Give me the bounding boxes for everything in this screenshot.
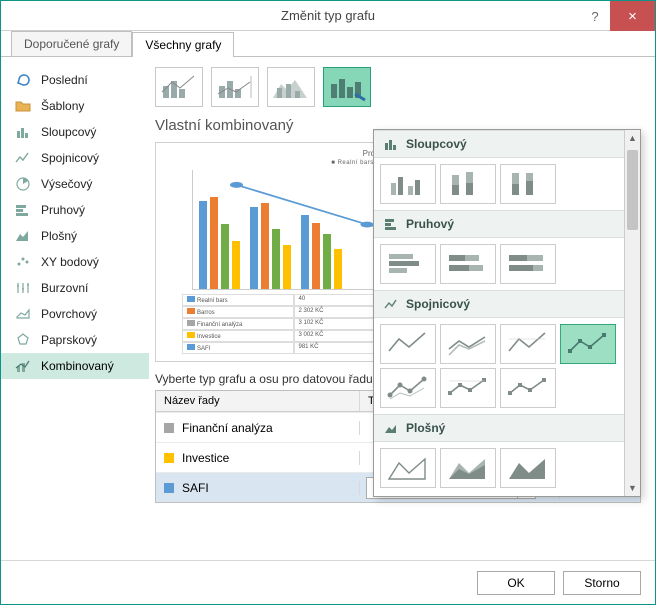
dropdown-item[interactable] <box>380 368 436 408</box>
pie-chart-icon <box>15 176 31 192</box>
help-button[interactable]: ? <box>580 1 610 31</box>
scroll-down-icon[interactable]: ▼ <box>625 480 640 496</box>
dropdown-scrollbar[interactable]: ▲ ▼ <box>624 130 640 496</box>
dropdown-item[interactable] <box>380 164 436 204</box>
dropdown-cat-area: Plošný <box>374 414 624 442</box>
sidebar-item-label: Kombinovaný <box>41 359 114 373</box>
area-chart-icon <box>15 228 31 244</box>
sidebar-item-templates[interactable]: Šablony <box>1 93 149 119</box>
tab-recommended[interactable]: Doporučené grafy <box>11 31 132 56</box>
tab-all[interactable]: Všechny grafy <box>132 32 234 57</box>
sidebar-item-pie[interactable]: Výsečový <box>1 171 149 197</box>
sidebar: Poslední Šablony Sloupcový Spojnicový Vý… <box>1 57 149 560</box>
sidebar-item-label: Burzovní <box>41 281 88 295</box>
stock-chart-icon <box>15 280 31 296</box>
cancel-button[interactable]: Storno <box>563 571 641 595</box>
combo-template-2[interactable] <box>211 67 259 107</box>
dialog-footer: OK Storno <box>1 560 655 604</box>
area-chart-icon <box>384 421 398 435</box>
combo-template-3[interactable] <box>267 67 315 107</box>
tab-strip: Doporučené grafy Všechny grafy <box>1 31 655 57</box>
folder-icon <box>15 98 31 114</box>
sidebar-item-label: Sloupcový <box>41 125 96 139</box>
sidebar-item-stock[interactable]: Burzovní <box>1 275 149 301</box>
radar-chart-icon <box>15 332 31 348</box>
bar-chart-icon <box>384 217 398 231</box>
chart-type-dropdown: Sloupcový Pruhový Spojnicový <box>373 129 641 497</box>
dropdown-item[interactable] <box>440 164 496 204</box>
sidebar-item-line[interactable]: Spojnicový <box>1 145 149 171</box>
sidebar-item-label: XY bodový <box>41 255 99 269</box>
series-name: SAFI <box>182 481 209 495</box>
sidebar-item-scatter[interactable]: XY bodový <box>1 249 149 275</box>
bar-chart-icon <box>15 202 31 218</box>
titlebar: Změnit typ grafu ? × <box>1 1 655 31</box>
sidebar-item-label: Povrchový <box>41 307 97 321</box>
sidebar-item-bar[interactable]: Pruhový <box>1 197 149 223</box>
sidebar-item-label: Pruhový <box>41 203 85 217</box>
scroll-thumb[interactable] <box>627 150 638 230</box>
series-name: Investice <box>182 451 229 465</box>
series-swatch <box>164 483 174 493</box>
sidebar-item-label: Výsečový <box>41 177 92 191</box>
dropdown-item[interactable] <box>380 244 436 284</box>
column-chart-icon <box>15 124 31 140</box>
series-swatch <box>164 453 174 463</box>
sidebar-item-surface[interactable]: Povrchový <box>1 301 149 327</box>
dropdown-cat-label: Spojnicový <box>406 297 470 311</box>
line-chart-icon <box>384 297 398 311</box>
sidebar-item-label: Plošný <box>41 229 77 243</box>
dropdown-cat-bar: Pruhový <box>374 210 624 238</box>
window-title: Změnit typ grafu <box>281 8 375 23</box>
undo-icon <box>15 72 31 88</box>
dropdown-item[interactable] <box>380 448 436 488</box>
dropdown-item[interactable] <box>440 244 496 284</box>
dropdown-item[interactable] <box>500 324 556 364</box>
sidebar-item-column[interactable]: Sloupcový <box>1 119 149 145</box>
combo-chart-icon <box>15 358 31 374</box>
dropdown-cat-line: Spojnicový <box>374 290 624 318</box>
dropdown-item[interactable] <box>500 244 556 284</box>
sidebar-item-label: Spojnicový <box>41 151 99 165</box>
dropdown-cat-column: Sloupcový <box>374 130 624 158</box>
dropdown-cat-label: Plošný <box>406 421 445 435</box>
ok-button[interactable]: OK <box>477 571 555 595</box>
close-icon: × <box>628 8 637 25</box>
column-chart-icon <box>384 137 398 151</box>
dropdown-item-selected[interactable] <box>560 324 616 364</box>
sidebar-item-label: Šablony <box>41 99 84 113</box>
dropdown-item[interactable] <box>380 324 436 364</box>
dropdown-cat-label: Sloupcový <box>406 137 467 151</box>
series-swatch <box>164 423 174 433</box>
line-chart-icon <box>15 150 31 166</box>
sidebar-item-recent[interactable]: Poslední <box>1 67 149 93</box>
sidebar-item-combo[interactable]: Kombinovaný <box>1 353 149 379</box>
combo-template-row <box>155 67 641 107</box>
close-button[interactable]: × <box>610 1 655 31</box>
dropdown-item[interactable] <box>440 368 496 408</box>
dropdown-cat-label: Pruhový <box>406 217 454 231</box>
col-header-name: Název řady <box>156 391 360 411</box>
dropdown-item[interactable] <box>500 448 556 488</box>
scatter-chart-icon <box>15 254 31 270</box>
scroll-up-icon[interactable]: ▲ <box>625 130 640 146</box>
dropdown-item[interactable] <box>500 368 556 408</box>
sidebar-item-label: Poslední <box>41 73 88 87</box>
sidebar-item-label: Paprskový <box>41 333 97 347</box>
sidebar-item-radar[interactable]: Paprskový <box>1 327 149 353</box>
dropdown-item[interactable] <box>440 324 496 364</box>
dropdown-item[interactable] <box>500 164 556 204</box>
surface-chart-icon <box>15 306 31 322</box>
combo-template-custom[interactable] <box>323 67 371 107</box>
sidebar-item-area[interactable]: Plošný <box>1 223 149 249</box>
combo-template-1[interactable] <box>155 67 203 107</box>
series-name: Finanční analýza <box>182 421 273 435</box>
dropdown-item[interactable] <box>440 448 496 488</box>
